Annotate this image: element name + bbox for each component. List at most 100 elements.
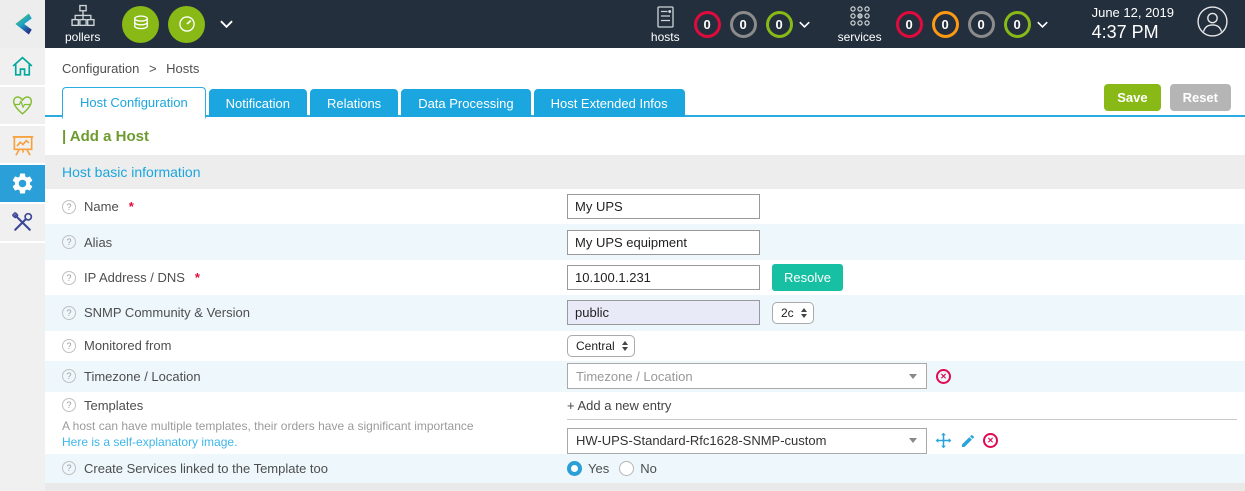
timezone-placeholder: Timezone / Location bbox=[576, 369, 693, 384]
breadcrumb: Configuration > Hosts bbox=[45, 48, 1245, 85]
pencil-icon bbox=[960, 433, 976, 449]
snmp-label: SNMP Community & Version bbox=[84, 305, 250, 320]
template-select[interactable]: HW-UPS-Standard-Rfc1628-SNMP-custom bbox=[567, 428, 927, 454]
tab-host-extended-infos[interactable]: Host Extended Infos bbox=[534, 89, 685, 117]
hosts-up-counter[interactable]: 0 bbox=[766, 11, 793, 38]
hosts-menu[interactable]: hosts bbox=[651, 5, 680, 44]
centreon-logo-icon bbox=[9, 10, 37, 38]
template-move-handle[interactable] bbox=[935, 432, 952, 449]
gear-icon bbox=[10, 171, 35, 196]
pollers-status[interactable]: pollers bbox=[65, 4, 100, 44]
form-row-create-services: ? Create Services linked to the Template… bbox=[45, 454, 1245, 484]
pollers-icon bbox=[70, 4, 96, 29]
chevron-down-icon bbox=[799, 21, 810, 28]
services-warning-counter[interactable]: 0 bbox=[932, 11, 959, 38]
ip-address-input[interactable] bbox=[567, 265, 760, 290]
help-icon[interactable]: ? bbox=[62, 200, 76, 214]
name-input[interactable] bbox=[567, 194, 760, 219]
help-icon[interactable]: ? bbox=[62, 306, 76, 320]
tab-host-configuration[interactable]: Host Configuration bbox=[62, 87, 206, 119]
form-row-alias: ? Alias bbox=[45, 224, 1245, 259]
hosts-down-count: 0 bbox=[703, 17, 710, 32]
sidebar-item-configuration[interactable] bbox=[0, 165, 45, 204]
create-services-yes-radio[interactable] bbox=[567, 461, 582, 476]
form-row-name: ? Name * bbox=[45, 189, 1245, 224]
monitored-from-label: Monitored from bbox=[84, 338, 171, 353]
services-menu[interactable]: services bbox=[838, 5, 882, 44]
alias-input[interactable] bbox=[567, 230, 760, 255]
top-bar: pollers bbox=[0, 0, 1245, 48]
services-ok-count: 0 bbox=[1013, 17, 1020, 32]
user-menu[interactable] bbox=[1196, 5, 1229, 43]
latency-gauge-icon[interactable] bbox=[168, 6, 205, 43]
template-edit-button[interactable] bbox=[960, 433, 976, 449]
sidebar-item-monitoring[interactable] bbox=[0, 87, 45, 126]
services-label: services bbox=[838, 30, 882, 44]
services-critical-count: 0 bbox=[905, 17, 912, 32]
sidebar-spacer bbox=[0, 243, 45, 491]
reset-button[interactable]: Reset bbox=[1170, 84, 1231, 111]
help-icon[interactable]: ? bbox=[62, 461, 76, 475]
hosts-unreachable-count: 0 bbox=[739, 17, 746, 32]
sidebar-item-home[interactable] bbox=[0, 48, 45, 87]
snmp-community-input[interactable] bbox=[567, 300, 760, 325]
template-delete-icon[interactable]: ✕ bbox=[983, 433, 998, 448]
monitored-from-select[interactable]: Central bbox=[567, 335, 635, 357]
current-date: June 12, 2019 bbox=[1092, 5, 1174, 21]
monitored-from-value: Central bbox=[576, 339, 615, 353]
save-button[interactable]: Save bbox=[1104, 84, 1160, 111]
services-chevron[interactable] bbox=[1037, 21, 1048, 28]
chevron-down-icon bbox=[220, 20, 233, 28]
tab-data-processing[interactable]: Data Processing bbox=[401, 89, 530, 117]
timezone-clear-icon[interactable]: ✕ bbox=[936, 369, 951, 384]
create-services-label: Create Services linked to the Template t… bbox=[84, 461, 328, 476]
help-icon[interactable]: ? bbox=[62, 235, 76, 249]
hosts-unreachable-counter[interactable]: 0 bbox=[730, 11, 757, 38]
hosts-down-counter[interactable]: 0 bbox=[694, 11, 721, 38]
yes-label: Yes bbox=[588, 461, 609, 476]
database-icon bbox=[131, 14, 151, 34]
gauge-icon bbox=[177, 14, 197, 34]
snmp-version-value: 2c bbox=[781, 306, 794, 320]
resolve-button[interactable]: Resolve bbox=[772, 264, 843, 291]
required-marker: * bbox=[129, 199, 134, 214]
services-unknown-counter[interactable]: 0 bbox=[968, 11, 995, 38]
breadcrumb-page[interactable]: Hosts bbox=[166, 61, 199, 76]
dropdown-arrow-icon bbox=[900, 438, 926, 443]
tab-notification[interactable]: Notification bbox=[209, 89, 307, 117]
timezone-select[interactable]: Timezone / Location bbox=[567, 363, 927, 389]
required-marker: * bbox=[195, 270, 200, 285]
snmp-version-select[interactable]: 2c bbox=[772, 302, 814, 324]
services-icon bbox=[847, 5, 873, 29]
sidebar-item-reporting[interactable] bbox=[0, 126, 45, 165]
services-critical-counter[interactable]: 0 bbox=[896, 11, 923, 38]
help-icon[interactable]: ? bbox=[62, 369, 76, 383]
pollers-label: pollers bbox=[65, 30, 100, 44]
form-row-timezone: ? Timezone / Location Timezone / Locatio… bbox=[45, 361, 1245, 391]
no-label: No bbox=[640, 461, 657, 476]
select-spinner-icon bbox=[801, 308, 807, 318]
templates-help-link[interactable]: Here is a self-explanatory image. bbox=[62, 435, 237, 449]
help-icon[interactable]: ? bbox=[62, 398, 76, 412]
name-label: Name bbox=[84, 199, 119, 214]
help-icon[interactable]: ? bbox=[62, 339, 76, 353]
form-row-templates: ? Templates A host can have multiple tem… bbox=[45, 392, 1245, 454]
add-template-entry-link[interactable]: + Add a new entry bbox=[567, 398, 1237, 420]
move-icon bbox=[935, 432, 952, 449]
services-ok-counter[interactable]: 0 bbox=[1004, 11, 1031, 38]
templates-help-text: A host can have multiple templates, thei… bbox=[62, 419, 474, 433]
user-icon bbox=[1196, 5, 1229, 38]
tab-relations[interactable]: Relations bbox=[310, 89, 398, 117]
centreon-logo[interactable] bbox=[0, 0, 45, 48]
ip-address-label: IP Address / DNS bbox=[84, 270, 185, 285]
top-bar-main: pollers bbox=[45, 0, 1245, 48]
hosts-status-group: hosts 0 0 0 bbox=[651, 5, 816, 44]
help-icon[interactable]: ? bbox=[62, 271, 76, 285]
database-status-icon[interactable] bbox=[122, 6, 159, 43]
hosts-chevron[interactable] bbox=[799, 21, 810, 28]
create-services-no-radio[interactable] bbox=[619, 461, 634, 476]
sidebar-item-administration[interactable] bbox=[0, 204, 45, 243]
poller-details-chevron[interactable] bbox=[220, 20, 233, 28]
form-row-monitored-from: ? Monitored from Central bbox=[45, 331, 1245, 361]
breadcrumb-section[interactable]: Configuration bbox=[62, 61, 139, 76]
